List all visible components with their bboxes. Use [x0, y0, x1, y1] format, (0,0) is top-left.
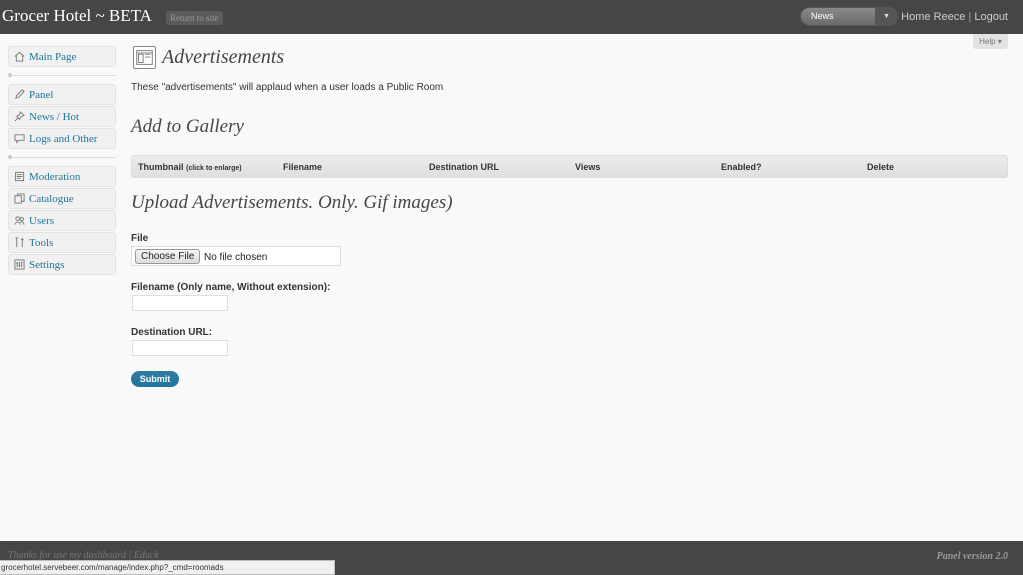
tools-icon	[15, 237, 24, 248]
column-thumbnail[interactable]: Thumbnail (click to enlarge)	[138, 162, 242, 172]
site-title: Grocer Hotel ~ BETA	[2, 6, 152, 25]
comment-icon	[14, 134, 25, 144]
users-icon	[14, 216, 25, 225]
menu-separator	[8, 73, 116, 77]
pen-icon	[15, 89, 25, 99]
sidebar-item-label: Tools	[29, 237, 54, 249]
sidebar-item-label: Users	[29, 215, 55, 227]
gallery-table-header: Thumbnail (click to enlarge) Filename De…	[131, 155, 1008, 178]
home-icon	[14, 51, 25, 62]
favorites-dropdown[interactable]: News ▼	[800, 7, 898, 26]
upload-heading: Upload Advertisements. Only. Gif images)	[131, 192, 453, 213]
column-delete[interactable]: Delete	[867, 162, 894, 172]
menu-separator	[8, 155, 116, 159]
page-title: Advertisements	[162, 46, 285, 68]
destination-url-input[interactable]	[132, 340, 228, 356]
sidebar-item-news-hot[interactable]: News / Hot	[8, 106, 116, 127]
sidebar-item-panel[interactable]: Panel	[8, 84, 116, 105]
admin-header: Grocer Hotel ~ BETA Return to site News …	[0, 0, 1023, 34]
sidebar-item-label: Catalogue	[29, 193, 74, 205]
sidebar-item-label: Settings	[29, 259, 65, 271]
logout-link[interactable]: Logout	[974, 11, 1008, 23]
username: Reece	[933, 11, 966, 23]
file-label: File	[131, 233, 149, 244]
separator: |	[968, 11, 972, 23]
sidebar-item-label: News / Hot	[29, 111, 80, 123]
sidebar-item-label: Main Page	[29, 51, 77, 63]
choose-file-button[interactable]: Choose File	[135, 249, 201, 264]
sidebar-item-label: Panel	[29, 89, 54, 101]
sidebar-item-moderation[interactable]: Moderation	[8, 166, 116, 187]
sidebar-item-users[interactable]: Users	[8, 210, 116, 231]
return-to-site-button[interactable]: Return to site	[166, 11, 223, 25]
copy-icon	[14, 193, 25, 204]
pin-icon	[14, 111, 25, 122]
sidebar-item-tools[interactable]: Tools	[8, 232, 116, 253]
page-icon	[14, 171, 25, 182]
sidebar-item-logs-and-other[interactable]: Logs and Other	[8, 128, 116, 149]
destination-url-label: Destination URL:	[131, 327, 213, 338]
file-status: No file chosen	[204, 252, 268, 263]
column-views[interactable]: Views	[575, 162, 600, 172]
filename-input[interactable]	[132, 295, 228, 311]
sidebar-item-label: Logs and Other	[29, 133, 98, 145]
user-info: Home Reece | Logout	[901, 11, 1008, 23]
page-icon	[133, 46, 156, 69]
settings-icon	[14, 259, 25, 270]
sidebar-item-label: Moderation	[29, 171, 81, 183]
sidebar-item-catalogue[interactable]: Catalogue	[8, 188, 116, 209]
file-input[interactable]: Choose File No file chosen	[131, 246, 341, 266]
chevron-down-icon[interactable]: ▼	[875, 8, 897, 25]
browser-status-bar: grocerhotel.servebeer.com/manage/index.p…	[0, 560, 335, 575]
thumbnail-note: (click to enlarge)	[186, 165, 242, 172]
favorites-selected-label: News	[811, 11, 834, 21]
intro-text: These "advertisements" will applaud when…	[131, 82, 444, 93]
footer-version: Panel version 2.0	[936, 551, 1008, 562]
submit-button[interactable]: Submit	[131, 371, 179, 387]
sidebar-item-settings[interactable]: Settings	[8, 254, 116, 275]
column-filename[interactable]: Filename	[283, 162, 322, 172]
column-enabled[interactable]: Enabled?	[721, 162, 762, 172]
sidebar-item-main-page[interactable]: Main Page	[8, 46, 116, 67]
help-tab-button[interactable]: Help ▾	[973, 34, 1008, 49]
home-link[interactable]: Home	[901, 11, 930, 23]
filename-label: Filename (Only name, Without extension):	[131, 282, 331, 293]
column-destination-url[interactable]: Destination URL	[429, 162, 499, 172]
gallery-heading: Add to Gallery	[131, 116, 244, 137]
